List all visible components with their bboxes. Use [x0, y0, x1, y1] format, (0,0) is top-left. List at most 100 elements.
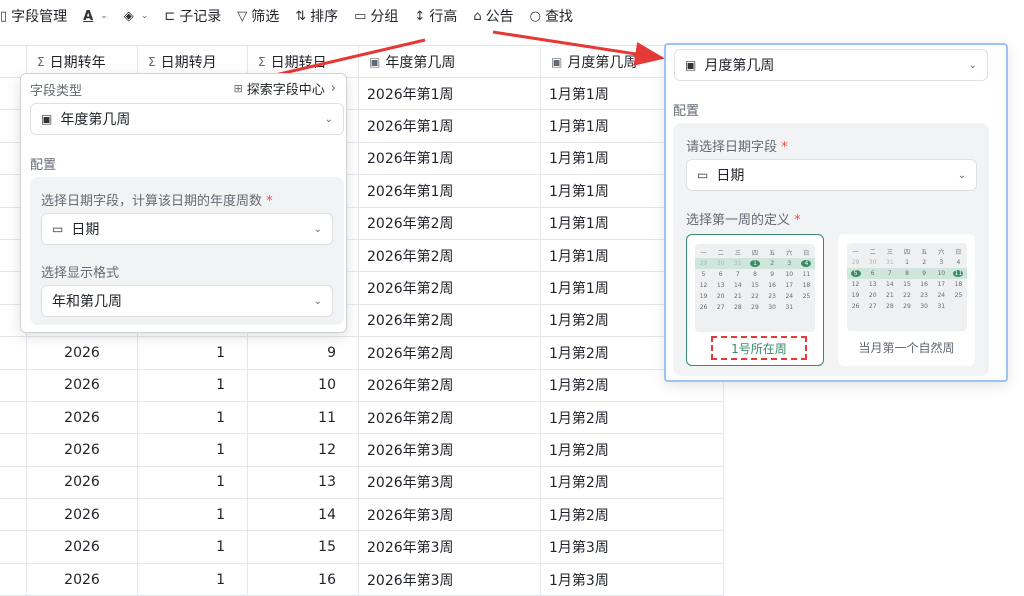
table-row[interactable]: 2026 1 12 2026年第3周 1月第2周: [0, 434, 724, 467]
calendar-week-row: 5 6 7 8 9 10 11: [695, 269, 815, 280]
table-row[interactable]: 2026 1 10 2026年第2周 1月第2周: [0, 369, 724, 402]
table-row[interactable]: 2026 1 13 2026年第3周 1月第2周: [0, 466, 724, 500]
cell-month-week[interactable]: 1月第2周: [541, 401, 724, 434]
search-button[interactable]: ○ 查找: [522, 0, 581, 32]
first-week-option-2[interactable]: 一二三四五六日 29 30 31 1 2 3 4 5 6 7 8 9 10 11 12 13 14 15 16 17 18…: [838, 234, 975, 366]
cell-year-week[interactable]: 2026年第2周: [359, 239, 541, 272]
config-box: 选择日期字段，计算该日期的年度周数 * ▭ 日期 ⌄ 选择显示格式 年和第几周 …: [30, 177, 344, 325]
cell-day[interactable]: 14: [248, 499, 359, 531]
cell-day[interactable]: 15: [248, 531, 359, 563]
cell-year-week[interactable]: 2026年第3周: [359, 499, 541, 531]
table-row[interactable]: 2026 1 9 2026年第2周 1月第2周: [0, 337, 724, 370]
calendar-day: 18: [954, 281, 963, 288]
text-color-icon: A: [83, 8, 94, 24]
calendar-day: 20: [716, 293, 725, 300]
cell-year[interactable]: 2026: [27, 531, 138, 563]
cell-month[interactable]: 1: [138, 499, 248, 531]
calendar-day: 6: [870, 270, 875, 277]
cell-year-week[interactable]: 2026年第1周: [359, 142, 541, 175]
cell-month[interactable]: 1: [138, 531, 248, 563]
fill-color-button[interactable]: ◈ ⌄: [116, 0, 157, 32]
field-type-select[interactable]: ▣ 年度第几周 ⌄: [30, 103, 344, 135]
sub-record-button[interactable]: ⊏ 子记录: [156, 0, 229, 32]
announcement-button[interactable]: ⌂ 公告: [465, 0, 521, 32]
cell-year[interactable]: 2026: [27, 466, 138, 499]
date-field-label: 请选择日期字段 *: [686, 140, 788, 155]
cell-day[interactable]: 11: [248, 401, 359, 434]
cell-month-week[interactable]: 1月第2周: [541, 499, 724, 531]
cell-year-week[interactable]: 2026年第3周: [359, 531, 541, 563]
explore-field-center-link[interactable]: ⊞ 探索字段中心 ›: [234, 79, 336, 98]
calendar-day: 19: [699, 293, 708, 300]
calendar-day: 19: [851, 292, 860, 299]
cell-day[interactable]: 10: [248, 369, 359, 401]
cell-day[interactable]: 16: [248, 563, 359, 596]
calendar-day: 5: [850, 270, 861, 277]
cell-year-week[interactable]: 2026年第2周: [359, 337, 541, 369]
cell-year-week[interactable]: 2026年第2周: [359, 272, 541, 304]
calendar-day: 27: [868, 303, 877, 310]
cell-year-week[interactable]: 2026年第2周: [359, 369, 541, 401]
calendar-weekday: 六: [786, 250, 793, 257]
option-2-label: 当月第一个自然周: [858, 341, 955, 355]
date-field-select[interactable]: ▭ 日期 ⌄: [41, 213, 333, 245]
cell-year[interactable]: 2026: [27, 401, 138, 434]
first-week-option-1[interactable]: 一二三四五六日 29 30 31 1 2 3 4 5 6 7 8 9 10 11 12 13 14 15 16 17 18…: [686, 234, 824, 366]
cell-year[interactable]: 2026: [27, 499, 138, 531]
row-height-button[interactable]: ↕ 行高: [406, 0, 465, 32]
cell-month[interactable]: 1: [138, 401, 248, 434]
calendar-week-row: 19 20 21 22 23 24 25: [695, 291, 815, 302]
cell-month-week[interactable]: 1月第3周: [541, 531, 724, 563]
text-color-button[interactable]: A ⌄: [75, 0, 116, 32]
filter-icon: ▽: [237, 8, 248, 24]
cell-year-week[interactable]: 2026年第3周: [359, 434, 541, 466]
header-year-week[interactable]: ▣ 年度第几周: [359, 46, 541, 77]
cell-month[interactable]: 1: [138, 337, 248, 369]
field-manage-button[interactable]: ▯ 字段管理: [0, 0, 75, 32]
cell-year[interactable]: 2026: [27, 563, 138, 596]
cell-year[interactable]: 2026: [27, 369, 138, 401]
table-row[interactable]: 2026 1 14 2026年第3周 1月第2周: [0, 499, 724, 532]
cell-year-week[interactable]: 2026年第2周: [359, 207, 541, 239]
calendar-52-icon: ▣: [41, 112, 53, 126]
table-row[interactable]: 2026 1 16 2026年第3周 1月第3周: [0, 563, 724, 596]
cell-month-week[interactable]: 1月第2周: [541, 434, 724, 466]
cell-month[interactable]: 1: [138, 434, 248, 466]
cell-month[interactable]: 1: [138, 466, 248, 499]
filter-button[interactable]: ▽ 筛选: [229, 0, 287, 32]
table-row[interactable]: 2026 1 15 2026年第3周 1月第3周: [0, 531, 724, 564]
chevron-down-icon: ⌄: [313, 295, 322, 307]
cell-year[interactable]: 2026: [27, 337, 138, 369]
group-button[interactable]: ▭ 分组: [346, 0, 406, 32]
cell-year-week[interactable]: 2026年第1周: [359, 175, 541, 207]
cell-month-week[interactable]: 1月第3周: [541, 563, 724, 596]
cell-month[interactable]: 1: [138, 563, 248, 596]
calendar-day: 21: [734, 293, 742, 300]
cell-year[interactable]: 2026: [27, 434, 138, 466]
calendar-day: 13: [868, 281, 877, 288]
table-row[interactable]: 2026 1 11 2026年第2周 1月第2周: [0, 401, 724, 435]
cell-day[interactable]: 13: [248, 466, 359, 499]
cell-day[interactable]: 12: [248, 434, 359, 466]
cell-year-week[interactable]: 2026年第3周: [359, 563, 541, 596]
cell-year-week[interactable]: 2026年第2周: [359, 304, 541, 337]
calendar-day: 15: [903, 281, 911, 288]
cell-month[interactable]: 1: [138, 369, 248, 401]
cell-year-week[interactable]: 2026年第1周: [359, 78, 541, 110]
cell-month-week[interactable]: 1月第2周: [541, 466, 724, 499]
date-field-select[interactable]: ▭ 日期 ⌄: [686, 159, 977, 191]
calendar-day: 12: [699, 282, 708, 289]
cell-day[interactable]: 9: [248, 337, 359, 369]
sub-record-icon: ⊏: [164, 8, 176, 24]
format-select[interactable]: 年和第几周 ⌄: [41, 285, 333, 317]
calendar-weekday: 三: [886, 249, 893, 256]
cell-year-week[interactable]: 2026年第1周: [359, 110, 541, 142]
chevron-down-icon: ⌄: [140, 11, 149, 21]
calendar-week-row: 29 30 31 1 2 3 4: [847, 257, 967, 268]
cell-year-week[interactable]: 2026年第2周: [359, 401, 541, 434]
cell-year-week[interactable]: 2026年第3周: [359, 466, 541, 499]
field-type-select[interactable]: ▣ 月度第几周 ⌄: [674, 49, 988, 81]
calendar-day: 2: [770, 260, 775, 267]
sort-button[interactable]: ⇅ 排序: [287, 0, 346, 32]
calendar-day: 4: [801, 260, 812, 267]
